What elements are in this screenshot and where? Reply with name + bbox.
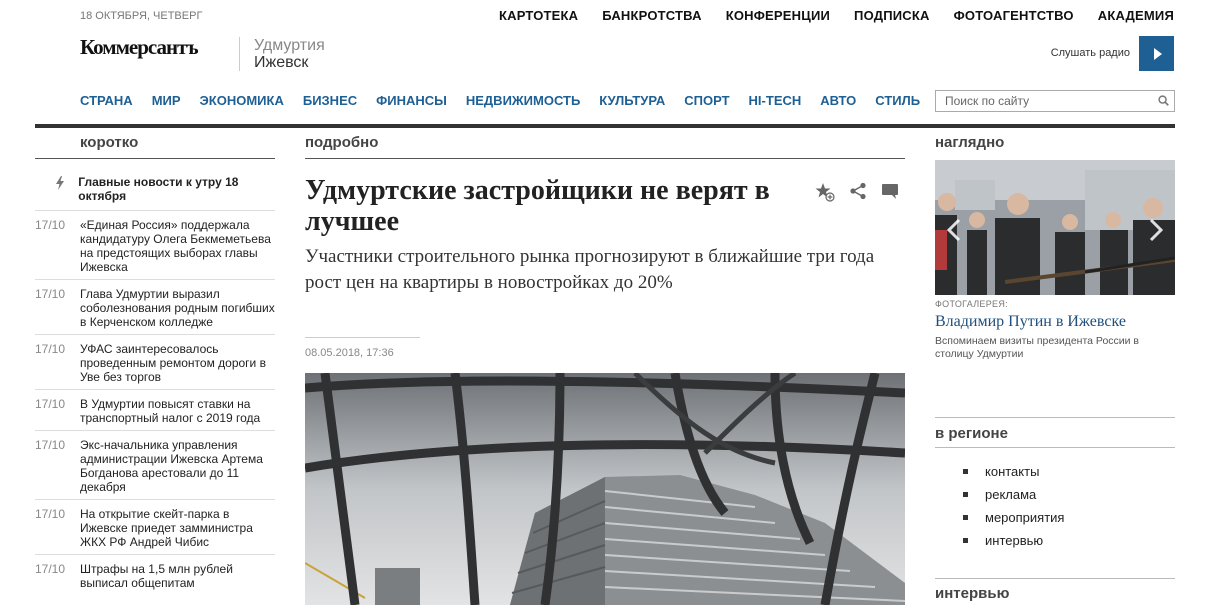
news-text: В Удмуртии повысят ставки на транспортны… [80, 397, 261, 425]
nav-kultura[interactable]: КУЛЬТУРА [599, 93, 665, 108]
section-topline [935, 578, 1175, 579]
section-heading-naglyadno[interactable]: наглядно [935, 134, 1004, 151]
nav-finansy[interactable]: ФИНАНСЫ [376, 93, 447, 108]
section-underline [35, 158, 275, 159]
section-underline [935, 447, 1175, 448]
search-icon[interactable] [1158, 95, 1169, 106]
link-label: интервью [985, 533, 1044, 548]
comment-icon[interactable] [881, 182, 899, 200]
share-icon[interactable] [849, 182, 867, 200]
radio-label: Слушать радио [1050, 47, 1130, 59]
top-link-kartoteka[interactable]: КАРТОТЕКА [499, 8, 578, 23]
nav-strana[interactable]: СТРАНА [80, 93, 133, 108]
top-link-fotoagentstvo[interactable]: ФОТОАГЕНТСТВО [954, 8, 1074, 23]
news-date: 17/10 [35, 218, 66, 232]
section-heading-korotko[interactable]: коротко [80, 134, 138, 151]
radio-play-button[interactable] [1139, 36, 1174, 71]
article-tools [815, 182, 899, 202]
news-text: На открытие скейт-парка в Ижевске приеде… [80, 507, 253, 549]
link-label: мероприятия [985, 510, 1065, 525]
region-link-kontakty[interactable]: контакты [963, 460, 1064, 483]
article-photo[interactable] [305, 373, 905, 605]
news-date: 17/10 [35, 397, 66, 411]
subhead-divider [305, 337, 420, 338]
article-headline: Удмуртские застройщики не верят в лучшее [305, 175, 770, 237]
list-item[interactable]: 17/10 Глава Удмуртии выразил соболезнова… [35, 280, 275, 335]
region-links: контакты реклама мероприятия интервью [963, 460, 1064, 552]
nav-nedvizhimost[interactable]: НЕДВИЖИМОСТЬ [466, 93, 580, 108]
news-date: 17/10 [35, 438, 66, 452]
region-name: Удмуртия [254, 37, 325, 54]
header-divider [35, 124, 1175, 128]
top-links: КАРТОТЕКА БАНКРОТСТВА КОНФЕРЕНЦИИ ПОДПИС… [499, 8, 1174, 23]
news-feed: Главные новости к утру 18 октября 17/10 … [35, 168, 275, 595]
news-date: 17/10 [35, 287, 66, 301]
link-label: контакты [985, 464, 1040, 479]
region-link-reklama[interactable]: реклама [963, 483, 1064, 506]
region-link-meropriyatiya[interactable]: мероприятия [963, 506, 1064, 529]
favorite-icon[interactable] [815, 182, 835, 202]
publication-date: 08.05.2018, 17:36 [305, 347, 394, 359]
bullet-icon [963, 492, 968, 497]
top-link-konferentsii[interactable]: КОНФЕРЕНЦИИ [726, 8, 830, 23]
list-item[interactable]: 17/10 Штрафы на 1,5 млн рублей выписал о… [35, 555, 275, 595]
top-link-bankrotstva[interactable]: БАНКРОТСТВА [602, 8, 701, 23]
search-box [935, 90, 1175, 112]
list-item[interactable]: 17/10 УФАС заинтересовалось проведенным … [35, 335, 275, 390]
current-date: 18 ОКТЯБРЯ, ЧЕТВЕРГ [80, 10, 203, 22]
gallery-title[interactable]: Владимир Путин в Ижевске [935, 313, 1126, 331]
city-name: Ижевск [254, 54, 309, 71]
lightning-icon [35, 172, 78, 203]
play-icon [1153, 47, 1162, 60]
top-link-akademiya[interactable]: АКАДЕМИЯ [1098, 8, 1174, 23]
list-item[interactable]: 17/10 Экс-начальника управления админист… [35, 431, 275, 500]
section-topline [935, 417, 1175, 418]
list-item[interactable]: 17/10 В Удмуртии повысят ставки на транс… [35, 390, 275, 431]
link-label: реклама [985, 487, 1037, 502]
news-text: Главные новости к утру 18 октября [78, 175, 239, 203]
nav-ekonomika[interactable]: ЭКОНОМИКА [200, 93, 284, 108]
section-heading-intervyu[interactable]: интервью [935, 585, 1009, 602]
search-input[interactable] [936, 91, 1136, 111]
main-nav: СТРАНА МИР ЭКОНОМИКА БИЗНЕС ФИНАНСЫ НЕДВ… [80, 93, 920, 108]
nav-avto[interactable]: АВТО [820, 93, 856, 108]
news-text: Глава Удмуртии выразил соболезнования ро… [80, 287, 275, 329]
news-text: Штрафы на 1,5 млн рублей выписал общепит… [80, 562, 233, 590]
section-underline [305, 158, 905, 159]
nav-biznes[interactable]: БИЗНЕС [303, 93, 357, 108]
news-date: 17/10 [35, 562, 66, 576]
news-text: УФАС заинтересовалось проведенным ремонт… [80, 342, 266, 384]
news-text: Экс-начальника управления администрации … [80, 438, 263, 494]
nav-sport[interactable]: СПОРТ [684, 93, 729, 108]
nav-stil[interactable]: СТИЛЬ [875, 93, 920, 108]
site-logo[interactable]: Коммерсантъ [80, 35, 199, 60]
gallery-label: ФОТОГАЛЕРЕЯ: [935, 299, 1008, 309]
list-item[interactable]: Главные новости к утру 18 октября [35, 168, 275, 211]
nav-mir[interactable]: МИР [152, 93, 181, 108]
article-subheadline: Участники строительного рынка прогнозиру… [305, 246, 875, 293]
list-item[interactable]: 17/10 «Единая Россия» поддержала кандида… [35, 211, 275, 280]
bullet-icon [963, 538, 968, 543]
news-date: 17/10 [35, 507, 66, 521]
nav-hi-tech[interactable]: HI-TECH [749, 93, 802, 108]
bullet-icon [963, 515, 968, 520]
section-heading-podrobno[interactable]: подробно [305, 134, 378, 151]
top-link-podpiska[interactable]: ПОДПИСКА [854, 8, 930, 23]
news-date: 17/10 [35, 342, 66, 356]
section-heading-v-regione[interactable]: в регионе [935, 425, 1008, 442]
news-text: «Единая Россия» поддержала кандидатуру О… [80, 218, 271, 274]
bullet-icon [963, 469, 968, 474]
region-link-intervyu[interactable]: интервью [963, 529, 1064, 552]
region-label[interactable]: Удмуртия Ижевск [254, 37, 325, 71]
photo-gallery[interactable] [935, 160, 1175, 295]
logo-divider [239, 37, 240, 71]
gallery-description: Вспоминаем визиты президента России в ст… [935, 335, 1140, 360]
list-item[interactable]: 17/10 На открытие скейт-парка в Ижевске … [35, 500, 275, 555]
